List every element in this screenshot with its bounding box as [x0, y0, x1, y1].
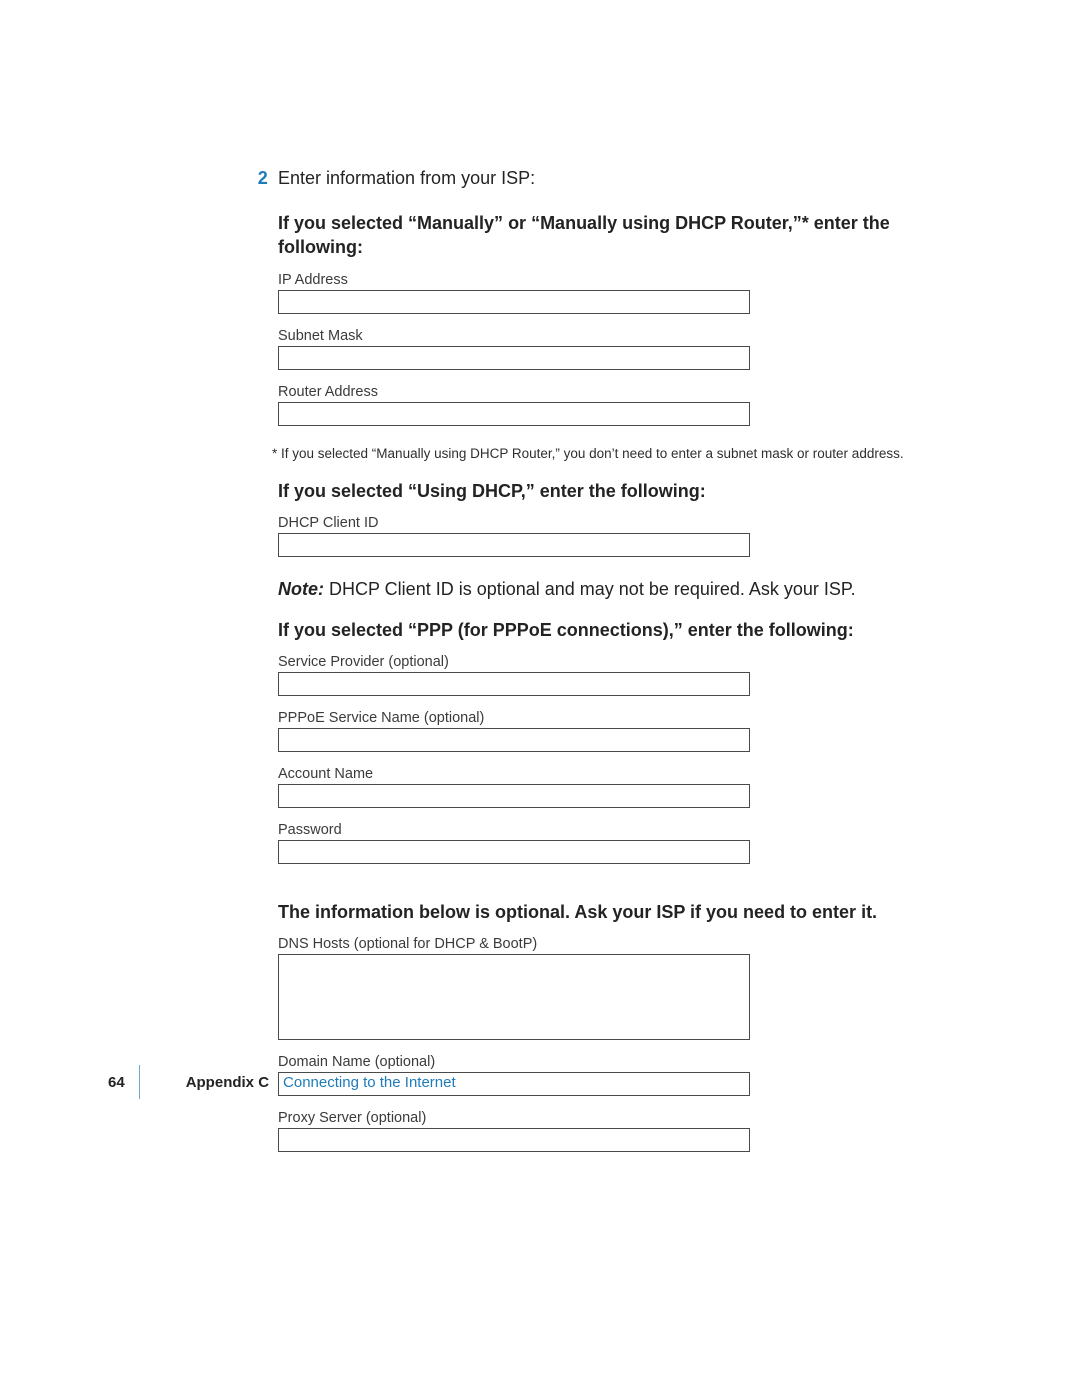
section3-heading: If you selected “PPP (for PPPoE connecti… [278, 618, 918, 642]
page-footer: 64 Appendix C Connecting to the Internet [108, 1073, 456, 1091]
pppoe-service-name-label: PPPoE Service Name (optional) [278, 710, 918, 726]
domain-name-label: Domain Name (optional) [278, 1054, 918, 1070]
section2-heading: If you selected “Using DHCP,” enter the … [278, 479, 918, 503]
field-account-name: Account Name [278, 766, 918, 808]
field-router-address: Router Address [278, 384, 918, 426]
account-name-label: Account Name [278, 766, 918, 782]
pppoe-service-name-box [278, 728, 750, 752]
service-provider-box [278, 672, 750, 696]
service-provider-label: Service Provider (optional) [278, 654, 918, 670]
account-name-box [278, 784, 750, 808]
dhcp-client-id-box [278, 533, 750, 557]
note-text: DHCP Client ID is optional and may not b… [324, 579, 856, 599]
dhcp-client-id-label: DHCP Client ID [278, 515, 918, 531]
section1-heading: If you selected “Manually” or “Manually … [278, 211, 918, 260]
field-password: Password [278, 822, 918, 864]
dns-hosts-box [278, 954, 750, 1040]
field-dhcp-client-id: DHCP Client ID [278, 515, 918, 557]
ip-address-box [278, 290, 750, 314]
subnet-mask-box [278, 346, 750, 370]
proxy-server-box [278, 1128, 750, 1152]
router-address-label: Router Address [278, 384, 918, 400]
section1-footnote: * If you selected “Manually using DHCP R… [272, 446, 918, 461]
subnet-mask-label: Subnet Mask [278, 328, 918, 344]
dns-hosts-label: DNS Hosts (optional for DHCP & BootP) [278, 936, 918, 952]
page-number: 64 [108, 1074, 139, 1091]
appendix-title: Connecting to the Internet [283, 1074, 456, 1091]
ip-address-label: IP Address [278, 272, 918, 288]
field-service-provider: Service Provider (optional) [278, 654, 918, 696]
proxy-server-label: Proxy Server (optional) [278, 1110, 918, 1126]
field-subnet-mask: Subnet Mask [278, 328, 918, 370]
appendix-label: Appendix C [186, 1074, 269, 1091]
note-line: Note: DHCP Client ID is optional and may… [278, 579, 918, 600]
section4-heading: The information below is optional. Ask y… [278, 900, 918, 924]
field-ip-address: IP Address [278, 272, 918, 314]
step-text: Enter information from your ISP: [278, 168, 535, 189]
password-box [278, 840, 750, 864]
footer-divider [139, 1065, 140, 1099]
note-label: Note: [278, 579, 324, 599]
field-dns-hosts: DNS Hosts (optional for DHCP & BootP) [278, 936, 918, 1040]
step-number: 2 [108, 168, 278, 189]
password-label: Password [278, 822, 918, 838]
router-address-box [278, 402, 750, 426]
field-proxy-server: Proxy Server (optional) [278, 1110, 918, 1152]
field-pppoe-service-name: PPPoE Service Name (optional) [278, 710, 918, 752]
step-row: 2 Enter information from your ISP: [108, 168, 960, 189]
